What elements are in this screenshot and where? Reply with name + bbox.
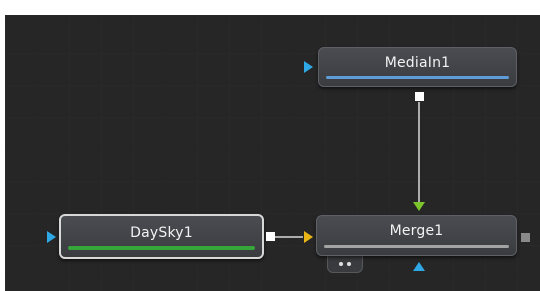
mediain-output-square-icon[interactable] (415, 92, 424, 101)
mediain-input-triangle-icon[interactable] (304, 61, 313, 73)
dot-icon (347, 261, 351, 266)
node-status-bar (326, 76, 509, 79)
merge-output-square-icon[interactable] (521, 233, 530, 242)
merge-foreground-input-triangle-icon[interactable] (413, 202, 425, 211)
node-label: Merge1 (389, 223, 444, 239)
node-status-bar (68, 246, 255, 250)
dot-icon (339, 261, 343, 266)
daysky-output-square-icon[interactable] (266, 232, 275, 241)
daysky-input-triangle-icon[interactable] (47, 231, 56, 243)
merge-background-input-triangle-icon[interactable] (304, 231, 313, 243)
merge-more-tab[interactable] (327, 255, 363, 273)
node-status-bar (324, 245, 509, 248)
node-label: MediaIn1 (384, 55, 451, 71)
node-label: DaySky1 (130, 225, 193, 241)
node-mediain1[interactable]: MediaIn1 (318, 47, 517, 87)
node-merge1[interactable]: Merge1 (316, 215, 517, 256)
merge-mask-input-triangle-icon[interactable] (413, 262, 425, 271)
node-daysky1[interactable]: DaySky1 (59, 214, 264, 259)
